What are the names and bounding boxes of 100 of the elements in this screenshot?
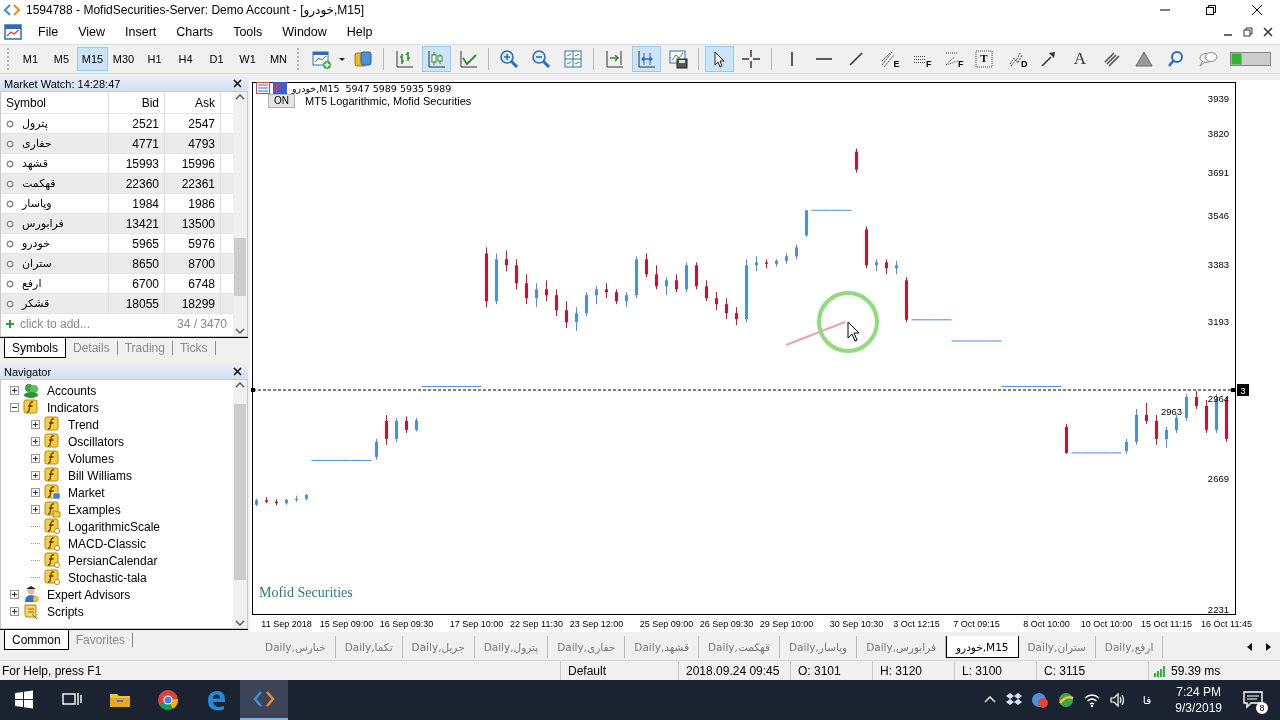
menu-item[interactable]: Charts	[166, 23, 224, 41]
symbol-name[interactable]: ستران	[22, 257, 52, 270]
plus-icon[interactable]	[5, 319, 15, 329]
panel-tab[interactable]: Symbols	[4, 338, 66, 358]
timeframe-button[interactable]: M5	[46, 47, 77, 71]
notification-button[interactable]: 8	[1236, 680, 1270, 720]
navigator-item[interactable]: Bill Williams	[68, 468, 132, 483]
expand-icon[interactable]	[10, 386, 19, 395]
input-language[interactable]: فا	[1142, 693, 1152, 707]
navigator-item[interactable]: Oscillators	[68, 434, 124, 449]
caret-icon[interactable]	[339, 57, 345, 61]
timeframe-button[interactable]: H4	[170, 47, 201, 71]
timeframe-button[interactable]: M15	[77, 47, 108, 71]
navigator-item[interactable]: Market	[68, 485, 105, 500]
chart-tab[interactable]: Daily,قهکمت	[699, 636, 780, 658]
timeframe-button[interactable]: M1	[15, 47, 46, 71]
clock[interactable]: 7:24 PM 9/3/2019	[1169, 684, 1228, 716]
text-box-button[interactable]: T	[969, 46, 999, 72]
symbol-name[interactable]: خودرو	[22, 237, 50, 250]
symbol-name[interactable]: فرابورس	[22, 217, 64, 230]
column-header[interactable]: Bid	[109, 92, 165, 113]
timeframe-button[interactable]: W1	[232, 47, 263, 71]
chart-tab[interactable]: Daily,ارفع	[1095, 636, 1164, 658]
expand-icon[interactable]	[31, 437, 40, 446]
expand-icon[interactable]	[31, 488, 40, 497]
chart-tab[interactable]: Daily,پترول	[474, 636, 549, 658]
expand-icon[interactable]	[31, 471, 40, 480]
close-icon[interactable]	[233, 367, 242, 376]
restore-icon[interactable]	[1242, 26, 1254, 38]
navigator-item[interactable]: Expert Advisors	[47, 587, 131, 602]
navigator-item[interactable]: LogarithmicScale	[68, 519, 161, 534]
scroll-right-icon[interactable]	[1264, 642, 1272, 652]
chart-tab[interactable]: Daily,تکما	[335, 636, 403, 658]
cursor-button[interactable]	[704, 46, 734, 72]
navigator-item[interactable]: Scripts	[47, 604, 84, 619]
chart-tab[interactable]: Daily,قشهد	[625, 636, 699, 658]
fibo-grid-button[interactable]: F	[905, 46, 935, 72]
scrollbar[interactable]	[233, 92, 247, 336]
expand-icon[interactable]	[10, 590, 19, 599]
timeframe-button[interactable]: MN	[263, 47, 294, 71]
chart-tab[interactable]: Daily,ستران	[1018, 636, 1096, 658]
expand-icon[interactable]	[31, 454, 40, 463]
scroll-down-icon[interactable]	[234, 618, 246, 628]
symbol-name[interactable]: ارفع	[22, 277, 42, 290]
navigator-item[interactable]: Stochastic-tala	[68, 570, 147, 585]
autoscroll-button[interactable]	[631, 46, 661, 72]
wave-button[interactable]: D	[1001, 46, 1031, 72]
price-line[interactable]	[251, 388, 1235, 392]
expand-icon[interactable]	[31, 420, 40, 429]
menu-item[interactable]: Window	[272, 23, 337, 41]
indicator-toggle-button[interactable]: ON	[268, 94, 295, 108]
timeframe-button[interactable]: H1	[139, 47, 170, 71]
navigator-item[interactable]: Examples	[68, 502, 121, 517]
navigator-item[interactable]: MACD-Classic	[68, 536, 146, 551]
symbol-name[interactable]: وپاسار	[22, 197, 52, 210]
navigator-item[interactable]: Volumes	[68, 451, 115, 466]
column-header[interactable]: Ask	[165, 92, 221, 113]
symbol-name[interactable]: پترول	[22, 117, 48, 130]
navigator-item[interactable]: Accounts	[47, 383, 97, 398]
chart-tab[interactable]: Daily,وپاسار	[779, 636, 858, 658]
scroll-up-icon[interactable]	[234, 380, 246, 390]
menu-item[interactable]: File	[28, 23, 69, 41]
scroll-left-icon[interactable]	[1246, 642, 1254, 652]
menu-item[interactable]: View	[68, 23, 116, 41]
add-symbol-link[interactable]: click to add...	[20, 317, 91, 331]
app-tray-icon[interactable]	[1030, 691, 1049, 709]
chart-tab[interactable]: Daily,خبارس	[256, 636, 336, 658]
scrollbar-thumb[interactable]	[234, 238, 246, 296]
text-button[interactable]: A	[1065, 46, 1095, 72]
navigator-item[interactable]: Indicators	[47, 400, 100, 415]
expand-icon[interactable]	[10, 607, 19, 616]
dropbox-icon[interactable]	[1004, 692, 1023, 708]
scroll-up-icon[interactable]	[234, 92, 246, 102]
chart-tab[interactable]: Daily,حفاری	[548, 636, 626, 658]
timeframe-button[interactable]: D1	[201, 47, 232, 71]
scrollbar-thumb[interactable]	[234, 404, 246, 580]
menu-item[interactable]: Help	[336, 23, 383, 41]
collapse-icon[interactable]	[10, 403, 19, 412]
scrollbar[interactable]	[233, 380, 247, 628]
chart-tab[interactable]: خودرو,M15	[946, 636, 1019, 658]
timeframe-button[interactable]: M30	[108, 47, 139, 71]
globe-icon[interactable]	[1056, 691, 1075, 709]
scroll-down-icon[interactable]	[234, 326, 246, 336]
app-logo-button[interactable]	[240, 680, 288, 720]
menu-item[interactable]: Insert	[115, 23, 167, 41]
navigator-item[interactable]: Trend	[68, 417, 99, 432]
menu-item[interactable]: Tools	[223, 23, 273, 41]
wifi-icon[interactable]	[1082, 692, 1101, 708]
symbol-name[interactable]: قهکمت	[22, 177, 56, 190]
fibo-fan-button[interactable]: F	[937, 46, 967, 72]
navigator-item[interactable]: PersianCalendar	[68, 553, 158, 568]
close-icon[interactable]	[1262, 26, 1274, 38]
fibo-button[interactable]: E	[873, 46, 903, 72]
panel-tab[interactable]: Common	[4, 630, 69, 650]
candles-button[interactable]	[421, 46, 451, 72]
expand-icon[interactable]	[31, 505, 40, 514]
close-icon[interactable]	[233, 79, 242, 88]
chart-canvas[interactable]	[250, 80, 1280, 632]
symbol-name[interactable]: قشکر	[22, 297, 50, 310]
chart-tab[interactable]: Daily,جریل	[402, 636, 475, 658]
